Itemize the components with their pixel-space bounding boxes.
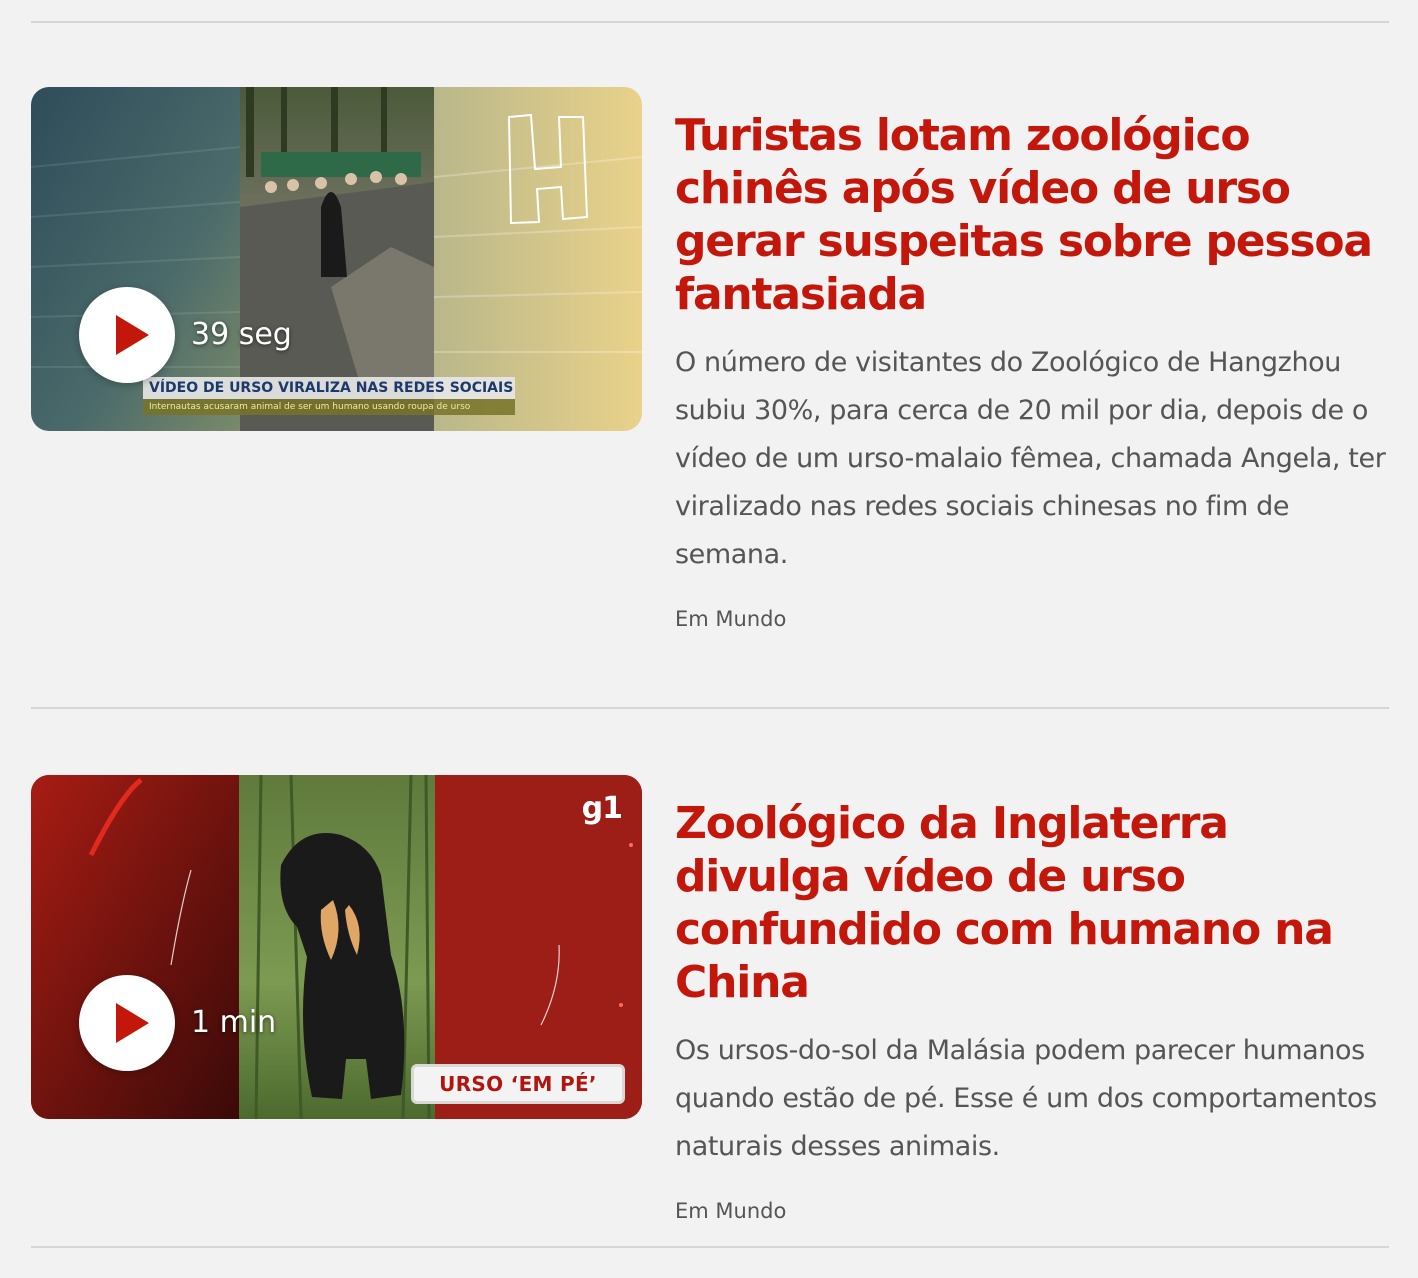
thumbnail-caption: VÍDEO DE URSO VIRALIZA NAS REDES SOCIAIS — [143, 377, 515, 399]
video-duration: 1 min — [191, 1005, 277, 1040]
play-button[interactable] — [79, 287, 175, 383]
thumbnail-tag: URSO ‘EM PÉ’ — [411, 1064, 625, 1104]
play-icon — [116, 315, 149, 355]
video-thumbnail[interactable]: g1 URSO ‘EM PÉ’ 1 min — [31, 775, 642, 1119]
article-text: Turistas lotam zoológico chinês após víd… — [675, 109, 1389, 633]
article-section: Em Mundo — [675, 607, 787, 631]
video-duration: 39 seg — [191, 317, 292, 352]
video-thumbnail[interactable]: VÍDEO DE URSO VIRALIZA NAS REDES SOCIAIS… — [31, 87, 642, 431]
thumbnail-subcaption: Internautas acusaram animal de ser um hu… — [143, 399, 515, 415]
article-card: g1 URSO ‘EM PÉ’ 1 min Zoológico da Ingla… — [31, 775, 1389, 1223]
article-summary: Os ursos-do-sol da Malásia podem parecer… — [675, 1035, 1377, 1162]
play-icon — [116, 1003, 149, 1043]
article-title-link[interactable]: Zoológico da Inglaterra divulga vídeo de… — [675, 797, 1389, 1009]
g1-logo: g1 — [581, 791, 623, 826]
article-text: Zoológico da Inglaterra divulga vídeo de… — [675, 797, 1389, 1225]
divider-middle — [31, 707, 1389, 709]
article-section: Em Mundo — [675, 1199, 787, 1223]
article-title-link[interactable]: Turistas lotam zoológico chinês após víd… — [675, 109, 1389, 321]
article-summary: O número de visitantes do Zoológico de H… — [675, 347, 1386, 570]
play-button[interactable] — [79, 975, 175, 1071]
divider-bottom — [31, 1246, 1389, 1248]
article-card: VÍDEO DE URSO VIRALIZA NAS REDES SOCIAIS… — [31, 87, 1389, 647]
divider-top — [31, 21, 1389, 23]
